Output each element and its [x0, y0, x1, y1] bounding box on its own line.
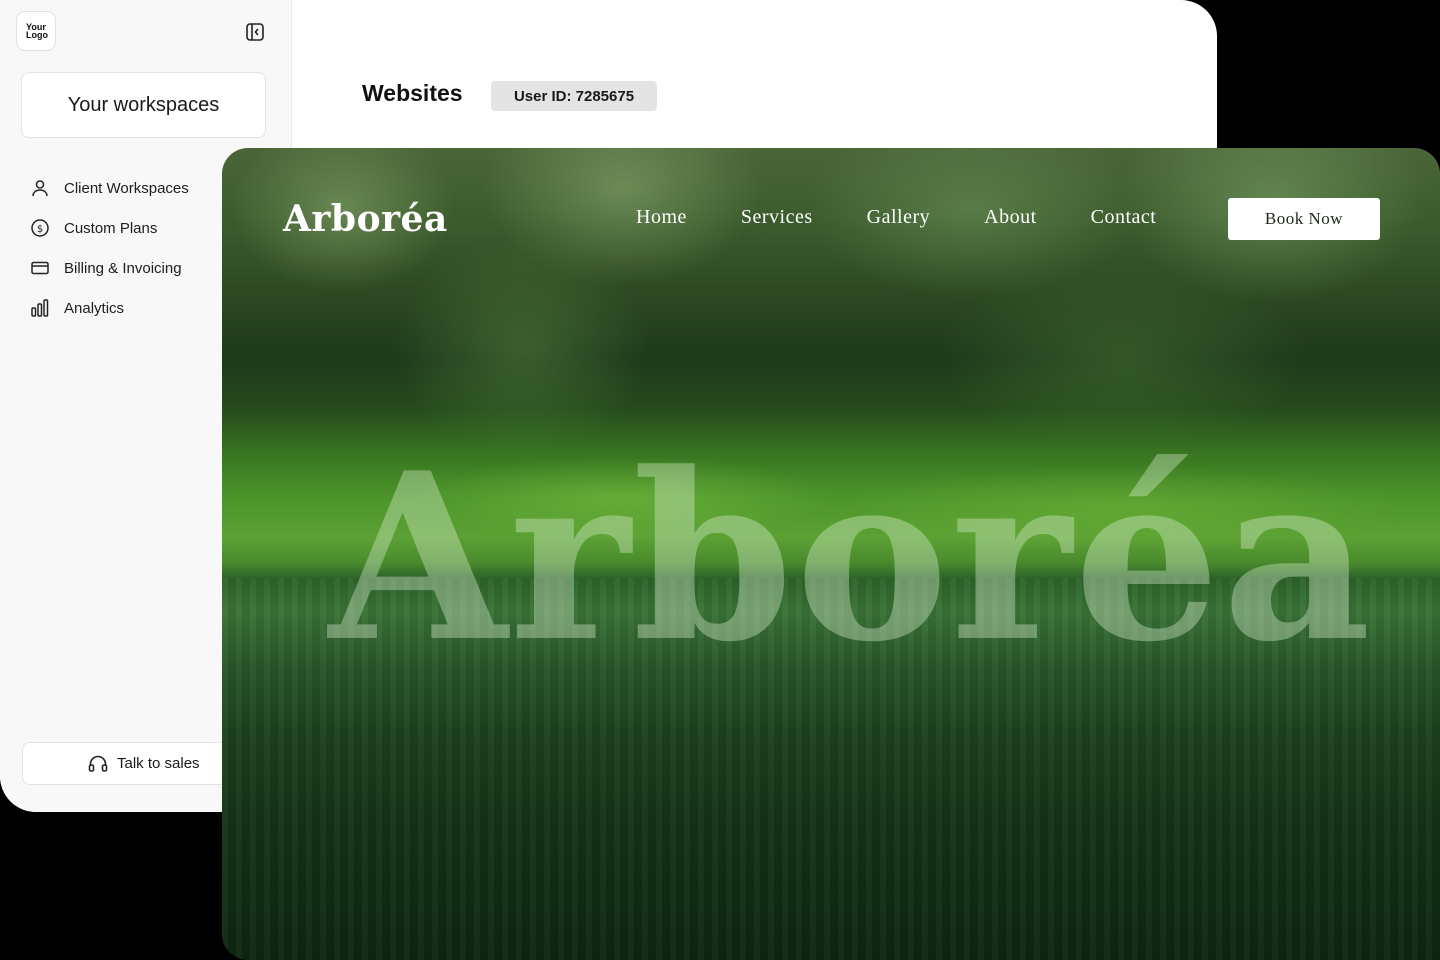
sidebar-item-client-workspaces[interactable]: Client Workspaces	[28, 168, 189, 208]
site-nav-home[interactable]: Home	[636, 206, 687, 229]
site-nav: Home Services Gallery About Contact	[636, 206, 1210, 229]
workspaces-button[interactable]: Your workspaces	[21, 72, 266, 138]
headset-icon	[87, 753, 109, 775]
site-logo[interactable]: Arboréa	[283, 198, 448, 240]
sidebar-item-label: Billing & Invoicing	[64, 259, 182, 277]
bar-chart-icon	[28, 296, 52, 320]
hero-title: Arboréa	[328, 423, 1374, 693]
forest-canopy-image	[222, 148, 1440, 448]
dollar-circle-icon: $	[28, 216, 52, 240]
sidebar-item-label: Client Workspaces	[64, 179, 189, 197]
collapse-sidebar-icon[interactable]	[244, 21, 266, 43]
sidebar-item-label: Analytics	[64, 299, 125, 317]
site-nav-about[interactable]: About	[984, 206, 1037, 229]
sidebar-item-label: Custom Plans	[64, 219, 158, 237]
website-preview[interactable]: Arboréa Home Services Gallery About Cont…	[222, 148, 1440, 960]
credit-card-icon	[28, 256, 52, 280]
logo[interactable]: Your Logo	[16, 11, 56, 51]
page-title: Websites	[362, 80, 463, 106]
sidebar-nav: Client Workspaces $ Custom Plans Billing…	[28, 168, 189, 328]
site-nav-services[interactable]: Services	[741, 206, 813, 229]
site-nav-contact[interactable]: Contact	[1091, 206, 1157, 229]
talk-to-sales-label: Talk to sales	[117, 755, 200, 772]
svg-text:$: $	[37, 224, 43, 235]
user-icon	[28, 176, 52, 200]
sidebar-item-custom-plans[interactable]: $ Custom Plans	[28, 208, 189, 248]
sidebar-item-billing[interactable]: Billing & Invoicing	[28, 248, 189, 288]
user-id-badge: User ID: 7285675	[491, 81, 657, 111]
book-now-button[interactable]: Book Now	[1228, 198, 1380, 240]
site-nav-gallery[interactable]: Gallery	[867, 206, 930, 229]
sidebar-item-analytics[interactable]: Analytics	[28, 288, 189, 328]
